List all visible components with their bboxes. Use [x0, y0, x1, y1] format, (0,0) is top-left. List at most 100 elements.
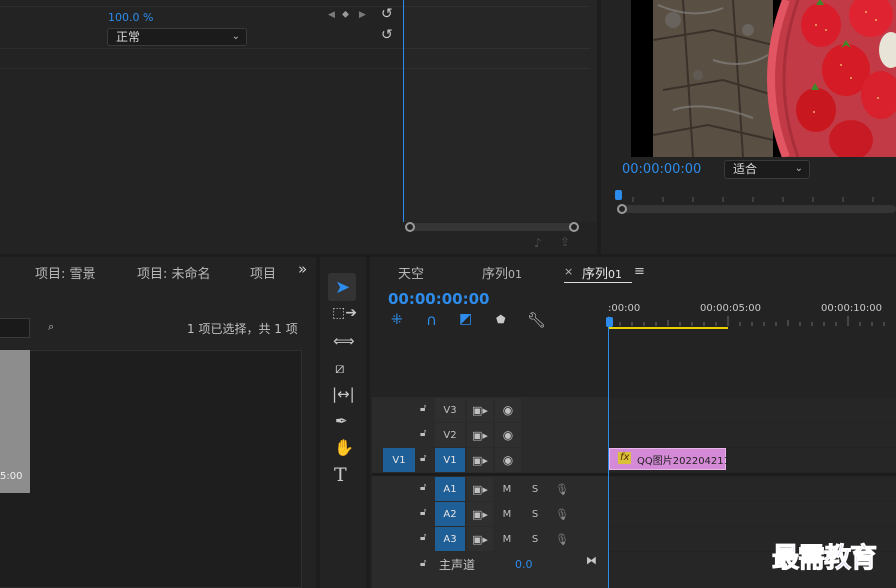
- mic-icon[interactable]: 🎙︎: [553, 477, 571, 501]
- slip-tool-icon[interactable]: |↔|: [332, 385, 355, 403]
- solo-button[interactable]: S: [526, 527, 544, 551]
- timeline-playhead-head[interactable]: [606, 317, 613, 327]
- find-icon[interactable]: ⌕: [48, 320, 54, 334]
- lock-icon[interactable]: 🔓︎: [420, 403, 426, 414]
- next-keyframe-icon[interactable]: ▶: [359, 10, 366, 20]
- lock-icon[interactable]: 🔓︎: [420, 482, 426, 493]
- program-playhead[interactable]: [615, 190, 622, 200]
- export-icon[interactable]: ⇪: [560, 235, 570, 249]
- eye-icon[interactable]: ◉: [495, 423, 521, 447]
- mic-icon[interactable]: 🎙︎: [553, 502, 571, 526]
- row-divider: [0, 6, 403, 7]
- project-panel: 项目: 雪景 项目: 未命名 项目 » ⌕ 1 项已选择，共 1 项 5:00: [0, 257, 316, 588]
- scroll-handle-right[interactable]: [569, 222, 579, 232]
- nest-icon[interactable]: ⁜: [391, 312, 403, 328]
- timeline-timecode[interactable]: 00:00:00:00: [388, 290, 490, 308]
- opacity-value[interactable]: 100.0 %: [108, 11, 153, 24]
- prev-keyframe-icon[interactable]: ◀: [328, 10, 335, 20]
- lock-icon[interactable]: 🔓︎: [420, 428, 426, 439]
- project-search-input[interactable]: [0, 318, 30, 338]
- video-lane-v3[interactable]: [608, 398, 896, 422]
- type-tool-icon[interactable]: T: [334, 464, 347, 486]
- mute-label: M: [502, 533, 512, 545]
- hand-tool-icon[interactable]: ✋: [334, 438, 354, 457]
- tab-project-untitled[interactable]: 项目: 未命名: [137, 263, 211, 282]
- tab-project-xuejing[interactable]: 项目: 雪景: [35, 263, 96, 282]
- track-label-v2[interactable]: V2: [435, 423, 465, 447]
- audio-only-icon[interactable]: ♪: [534, 236, 542, 250]
- effect-playhead[interactable]: [403, 0, 404, 222]
- source-patch-v1[interactable]: V1: [383, 448, 415, 472]
- mute-button[interactable]: M: [498, 527, 516, 551]
- track-label-v1[interactable]: V1: [435, 448, 465, 472]
- ripple-edit-tool-icon[interactable]: ⟺: [333, 332, 355, 350]
- track-select-tool-icon[interactable]: ⬚➔: [332, 305, 357, 321]
- time-ruler[interactable]: :00:00 00:00:05:00 00:00:10:00: [608, 290, 896, 330]
- more-tabs-icon[interactable]: »: [298, 260, 307, 278]
- video-clip[interactable]: fx QQ图片202204211: [609, 448, 730, 470]
- blend-mode-value: 正常: [116, 30, 141, 44]
- pen-tool-icon[interactable]: ✒: [335, 412, 348, 430]
- sync-lock-icon[interactable]: ▣▸: [467, 398, 493, 422]
- close-tab-icon[interactable]: ×: [564, 265, 573, 278]
- sync-lock-icon[interactable]: ▣▸: [467, 423, 493, 447]
- thumbnail-duration: 5:00: [0, 471, 23, 482]
- lock-icon[interactable]: 🔓︎: [420, 453, 426, 464]
- program-ruler[interactable]: [618, 189, 896, 203]
- row-divider: [404, 68, 590, 69]
- blend-mode-dropdown[interactable]: 正常 ⌄: [107, 28, 247, 46]
- lock-icon[interactable]: 🔓︎: [420, 532, 426, 543]
- go-to-out-icon[interactable]: ⧓: [586, 554, 597, 567]
- project-item-area: [0, 350, 302, 588]
- solo-label: S: [531, 508, 539, 520]
- scroll-handle-left[interactable]: [405, 222, 415, 232]
- track-label-v3[interactable]: V3: [435, 398, 465, 422]
- solo-button[interactable]: S: [526, 477, 544, 501]
- mute-button[interactable]: M: [498, 477, 516, 501]
- add-keyframe-icon[interactable]: ⬥: [342, 9, 349, 20]
- audio-lane-a2[interactable]: [608, 502, 896, 526]
- lock-icon[interactable]: 🔓︎: [420, 507, 426, 518]
- tab-sequence-01-active[interactable]: 序列01: [582, 263, 622, 282]
- tab-sky[interactable]: 天空: [398, 263, 424, 282]
- track-label-a3[interactable]: A3: [435, 527, 465, 551]
- eye-icon[interactable]: ◉: [495, 398, 521, 422]
- program-zoom-scrollbar[interactable]: [623, 205, 896, 213]
- clip-name: QQ图片202204211: [637, 456, 731, 467]
- watermark-text: 最需教育: [772, 543, 878, 575]
- scroll-handle-left[interactable]: [617, 204, 627, 214]
- effect-zoom-scrollbar[interactable]: [409, 223, 575, 231]
- tab-sequence-01-a[interactable]: 序列01: [482, 263, 522, 282]
- reset-blend-icon[interactable]: ↺: [381, 27, 393, 43]
- mute-label: M: [502, 483, 512, 495]
- panel-menu-icon[interactable]: ≡: [634, 264, 645, 279]
- mute-button[interactable]: M: [498, 502, 516, 526]
- mic-icon[interactable]: 🎙︎: [553, 527, 571, 551]
- selection-tool-icon[interactable]: ➤: [335, 277, 350, 298]
- add-marker-icon[interactable]: ⬟: [496, 313, 506, 326]
- snap-icon[interactable]: ∩: [426, 311, 437, 329]
- audio-lane-a1[interactable]: [608, 477, 896, 501]
- eye-icon[interactable]: ◉: [495, 448, 521, 472]
- v1-source-label: V1: [392, 454, 406, 466]
- fx-badge: fx: [618, 452, 632, 464]
- lock-icon[interactable]: 🔓︎: [420, 558, 426, 569]
- row-divider: [404, 6, 590, 7]
- tab-project-more[interactable]: 项目: [250, 263, 276, 282]
- reset-parameter-icon[interactable]: ↺: [381, 6, 393, 22]
- sync-lock-icon[interactable]: ▣▸: [467, 527, 493, 551]
- sync-lock-icon[interactable]: ▣▸: [467, 448, 493, 472]
- track-label-a2[interactable]: A2: [435, 502, 465, 526]
- program-timecode[interactable]: 00:00:00:00: [622, 162, 701, 177]
- settings-wrench-icon[interactable]: 🔧︎: [527, 311, 546, 329]
- razor-tool-icon[interactable]: ⧄: [335, 359, 345, 377]
- fit-dropdown[interactable]: 适合 ⌄: [724, 160, 810, 179]
- work-area-bar[interactable]: [608, 327, 728, 329]
- solo-button[interactable]: S: [526, 502, 544, 526]
- track-label-a1[interactable]: A1: [435, 477, 465, 501]
- linked-selection-icon[interactable]: ◩: [459, 311, 472, 327]
- sync-lock-icon[interactable]: ▣▸: [467, 477, 493, 501]
- master-volume-value[interactable]: 0.0: [515, 558, 533, 571]
- video-lane-v2[interactable]: [608, 423, 896, 447]
- sync-lock-icon[interactable]: ▣▸: [467, 502, 493, 526]
